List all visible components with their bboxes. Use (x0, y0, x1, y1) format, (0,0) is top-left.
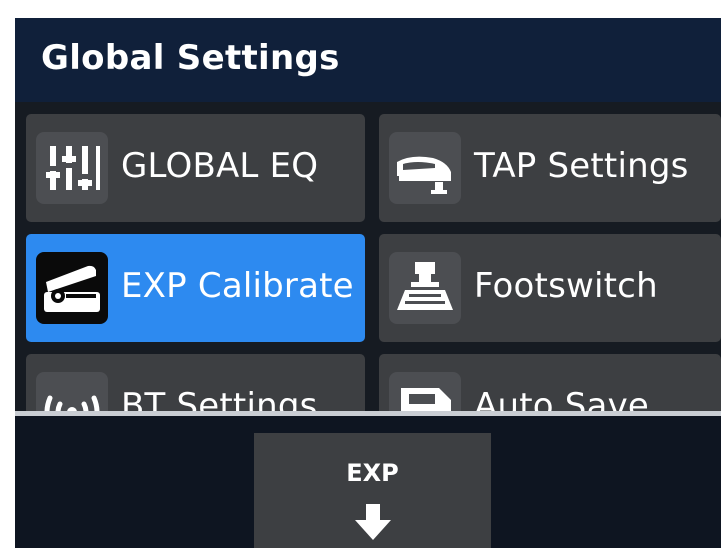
tile-label: TAP Settings (474, 146, 689, 186)
eq-sliders-icon (36, 132, 108, 204)
bt-settings-tile[interactable]: BT Settings (26, 354, 365, 411)
footswitch-tile[interactable]: Footswitch (379, 234, 721, 342)
device-screen: Global Settings GLOBAL EQ TAP Settings E… (15, 18, 721, 548)
tile-label: EXP Calibrate (121, 266, 354, 306)
exp-calibrate-tile[interactable]: EXP Calibrate (26, 234, 365, 342)
arrow-down-icon (355, 504, 391, 540)
tap-settings-tile[interactable]: TAP Settings (379, 114, 721, 222)
auto-save-tile[interactable]: Auto Save (379, 354, 721, 411)
expression-pedal-icon (36, 252, 108, 324)
exp-button-label: EXP (346, 459, 399, 487)
global-eq-tile[interactable]: GLOBAL EQ (26, 114, 365, 222)
tile-label: BT Settings (121, 386, 318, 411)
tile-label: Footswitch (474, 266, 658, 306)
tile-label: Auto Save (474, 386, 650, 411)
bluetooth-signal-icon (36, 372, 108, 411)
save-icon (389, 372, 461, 411)
footswitch-icon (389, 252, 461, 324)
settings-grid: GLOBAL EQ TAP Settings EXP Calibrate Foo… (15, 102, 721, 411)
tile-label: GLOBAL EQ (121, 146, 319, 186)
page-title: Global Settings (41, 38, 340, 78)
header-bar: Global Settings (15, 18, 721, 102)
footer-bar: EXP (15, 416, 721, 548)
tap-pedal-icon (389, 132, 461, 204)
exp-button[interactable]: EXP (254, 433, 491, 548)
